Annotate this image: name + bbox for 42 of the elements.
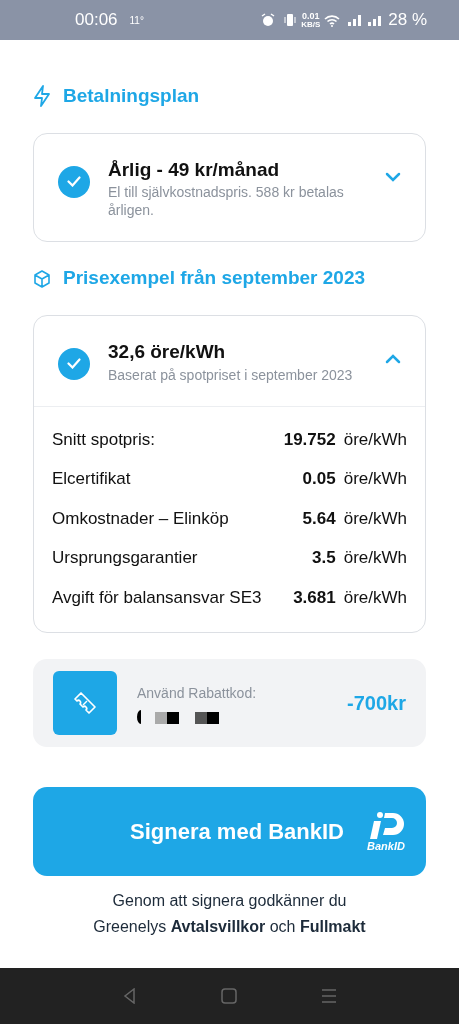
vibrate-icon [283, 13, 298, 27]
ticket-icon [72, 690, 98, 716]
price-value: 19.752 [283, 428, 336, 451]
bankid-logo: BankID [366, 811, 406, 852]
clock-time: 00:06 [75, 9, 118, 32]
price-unit: öre/kWh [343, 468, 407, 490]
home-icon[interactable] [221, 988, 238, 1004]
price-value: 3.5 [312, 547, 336, 569]
terms-text: Genom att signera godkänner du Greenelys Avtalsvillkor och Fullmakt [92, 891, 367, 937]
price-value: 5.64 [302, 507, 336, 530]
alarm-icon [261, 13, 276, 27]
price-unit: öre/kWh [343, 428, 407, 451]
discount-label: Använd Rabattkod: [137, 683, 258, 703]
battery-level: 28 % [388, 9, 427, 32]
discount-amount: -700kr [347, 691, 406, 716]
price-value: 3.681 [293, 586, 336, 609]
wifi-icon [324, 13, 341, 27]
price-unit: öre/kWh [343, 507, 407, 530]
price-label: Snitt spotpris: [52, 428, 156, 451]
plan-title: Årlig - 49 kr/månad [108, 157, 281, 182]
price-label: Omkostnader – Elinköp [52, 507, 230, 530]
chevron-down-icon[interactable] [385, 171, 401, 182]
section-heading: Prisexempel från september 2023 [63, 266, 366, 291]
price-unit: öre/kWh [343, 586, 407, 609]
chevron-up-icon[interactable] [385, 353, 401, 364]
plan-title: 32,6 öre/kWh [108, 339, 227, 364]
price-unit: öre/kWh [343, 547, 407, 569]
plan-subtitle: Baserat på spotpriset i september 2023 [108, 365, 354, 384]
menu-icon[interactable] [321, 988, 338, 1004]
price-label: Elcertifikat [52, 468, 132, 490]
back-icon[interactable] [121, 988, 138, 1004]
price-value: 0.05 [302, 468, 336, 490]
section-heading: Betalningsplan [63, 84, 200, 108]
price-label: Avgift för balansansvar SE3 [52, 586, 263, 609]
temperature: 11° [129, 13, 144, 28]
plan-subtitle: El till självkostnadspris. 588 kr betalas årligen. [108, 183, 345, 220]
price-label: Ursprungsgarantier [52, 547, 199, 569]
sign-button[interactable]: Signera med BankID BankID [33, 787, 426, 876]
network-speed: 0.01 [301, 11, 320, 21]
speed-unit: KB/S [301, 20, 321, 29]
box-icon [33, 269, 51, 288]
lightning-icon [33, 85, 51, 108]
